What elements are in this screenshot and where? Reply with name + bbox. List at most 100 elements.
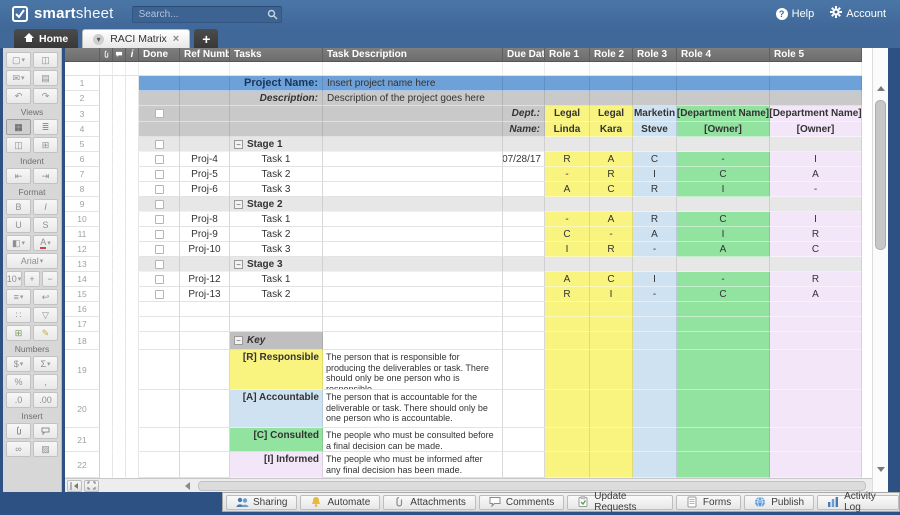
cell-due[interactable] xyxy=(503,452,545,478)
attachment-column-header[interactable] xyxy=(100,48,113,62)
cell-r3[interactable] xyxy=(633,197,677,212)
task-description-cell[interactable] xyxy=(323,167,503,182)
send-button[interactable]: ✉▾ xyxy=(6,70,31,86)
tab-raci-matrix[interactable]: ▾ RACI Matrix × xyxy=(82,29,190,48)
collapse-icon[interactable]: − xyxy=(234,200,243,209)
italic-button[interactable]: I xyxy=(33,199,58,215)
font-size-increase-button[interactable]: + xyxy=(24,271,40,287)
task-name-cell[interactable]: Task 2 xyxy=(230,227,323,242)
done-checkbox[interactable] xyxy=(155,155,164,164)
cell-r3[interactable] xyxy=(633,76,677,91)
dept-role-2[interactable]: Legal xyxy=(590,106,633,122)
raci-cell-role-3[interactable]: C xyxy=(633,152,677,167)
cell-r5[interactable] xyxy=(770,197,862,212)
indicator-column-header[interactable]: i xyxy=(126,48,139,62)
task-description-cell[interactable] xyxy=(323,287,503,302)
raci-cell-role-5[interactable]: C xyxy=(770,242,862,257)
cell-r2[interactable] xyxy=(590,350,633,390)
key-group-cell[interactable]: −Key xyxy=(230,332,323,350)
cell-desc[interactable] xyxy=(323,106,503,122)
fill-color-button[interactable]: ◧▾ xyxy=(6,235,31,251)
name-role-1[interactable]: Linda xyxy=(545,122,590,137)
raci-cell-role-1[interactable]: I xyxy=(545,242,590,257)
raci-cell-role-5[interactable]: A xyxy=(770,167,862,182)
task-name-cell[interactable]: Task 2 xyxy=(230,167,323,182)
key-entry-label[interactable]: [C] Consulted xyxy=(230,428,323,452)
cell-done[interactable] xyxy=(139,227,180,242)
raci-cell-role-2[interactable]: C xyxy=(590,272,633,287)
cell-r1[interactable] xyxy=(545,317,590,332)
cell-tasks[interactable] xyxy=(230,317,323,332)
publish-button[interactable]: Publish xyxy=(744,495,814,510)
cell-ref[interactable] xyxy=(180,350,230,390)
cell-due[interactable] xyxy=(503,76,545,91)
ref-number-cell[interactable]: Proj-12 xyxy=(180,272,230,287)
header-done[interactable]: Done xyxy=(139,48,180,62)
cell-ref[interactable] xyxy=(180,332,230,350)
raci-cell-role-5[interactable]: A xyxy=(770,287,862,302)
raci-cell-role-5[interactable]: R xyxy=(770,227,862,242)
cell-r3[interactable] xyxy=(633,137,677,152)
tab-home[interactable]: Home xyxy=(14,29,78,48)
done-checkbox[interactable] xyxy=(155,260,164,269)
cell-r2[interactable] xyxy=(590,91,633,106)
raci-cell-role-2[interactable]: A xyxy=(590,212,633,227)
ref-number-cell[interactable]: Proj-5 xyxy=(180,167,230,182)
cell-r3[interactable] xyxy=(633,91,677,106)
comments-button[interactable]: Comments xyxy=(479,495,564,510)
name-role-4[interactable]: [Owner] xyxy=(677,122,770,137)
done-checkbox[interactable] xyxy=(155,170,164,179)
cell-r3[interactable] xyxy=(633,302,677,317)
expand-view-button[interactable] xyxy=(84,480,99,492)
redo-button[interactable]: ↷ xyxy=(33,88,58,104)
cell-done[interactable] xyxy=(139,76,180,91)
cell-done[interactable] xyxy=(139,452,180,478)
cell-r4[interactable] xyxy=(677,137,770,152)
tab-menu-icon[interactable]: ▾ xyxy=(93,34,104,45)
filter-button[interactable]: ▽ xyxy=(33,307,58,323)
cell-r3[interactable] xyxy=(633,390,677,428)
cell-ref[interactable] xyxy=(180,137,230,152)
stage-group-cell[interactable]: −Stage 1 xyxy=(230,137,323,152)
corner-header[interactable] xyxy=(65,48,100,62)
scroll-up-arrow[interactable] xyxy=(877,86,885,91)
cell-done[interactable] xyxy=(139,332,180,350)
insert-comment-button[interactable] xyxy=(33,423,58,439)
stage-group-cell[interactable]: −Stage 3 xyxy=(230,257,323,272)
cell-due[interactable] xyxy=(503,257,545,272)
cell-ref[interactable] xyxy=(180,106,230,122)
key-entry-description[interactable]: The people who must be informed after an… xyxy=(323,452,503,478)
raci-cell-role-1[interactable]: R xyxy=(545,152,590,167)
tab-close-icon[interactable]: × xyxy=(173,33,179,45)
key-entry-description[interactable]: The person that is responsible for produ… xyxy=(323,350,503,390)
horizontal-scroll-thumb[interactable] xyxy=(198,481,866,491)
raci-cell-role-5[interactable]: R xyxy=(770,272,862,287)
description-label[interactable]: Description: xyxy=(230,91,323,106)
strikethrough-button[interactable]: S xyxy=(33,217,58,233)
currency-button[interactable]: $▾ xyxy=(6,356,31,372)
cell-r4[interactable] xyxy=(677,390,770,428)
raci-cell-role-1[interactable]: - xyxy=(545,167,590,182)
cell-done[interactable] xyxy=(139,287,180,302)
save-button[interactable]: ◫ xyxy=(33,52,58,68)
decrease-decimal-button[interactable]: .0 xyxy=(6,392,31,408)
key-entry-description[interactable]: The person that is accountable for the d… xyxy=(323,390,503,428)
raci-cell-role-2[interactable]: - xyxy=(590,227,633,242)
cell-ref[interactable] xyxy=(180,257,230,272)
cell-r4[interactable] xyxy=(677,332,770,350)
dept-role-1[interactable]: Legal xyxy=(545,106,590,122)
task-description-cell[interactable] xyxy=(323,182,503,197)
cell-desc[interactable] xyxy=(323,302,503,317)
name-role-2[interactable]: Kara xyxy=(590,122,633,137)
smartsheet-logo[interactable]: smartsheet xyxy=(12,5,114,22)
raci-cell-role-3[interactable]: A xyxy=(633,227,677,242)
header-role-3[interactable]: Role 3 xyxy=(633,48,677,62)
cell-done[interactable] xyxy=(139,272,180,287)
due-date-cell[interactable] xyxy=(503,227,545,242)
header-task-description[interactable]: Task Description xyxy=(323,48,503,62)
collapse-left-panel-button[interactable] xyxy=(67,480,82,492)
undo-button[interactable]: ↶ xyxy=(6,88,31,104)
cell-ref[interactable] xyxy=(180,122,230,137)
cell-r1[interactable] xyxy=(545,137,590,152)
raci-cell-role-4[interactable]: - xyxy=(677,152,770,167)
